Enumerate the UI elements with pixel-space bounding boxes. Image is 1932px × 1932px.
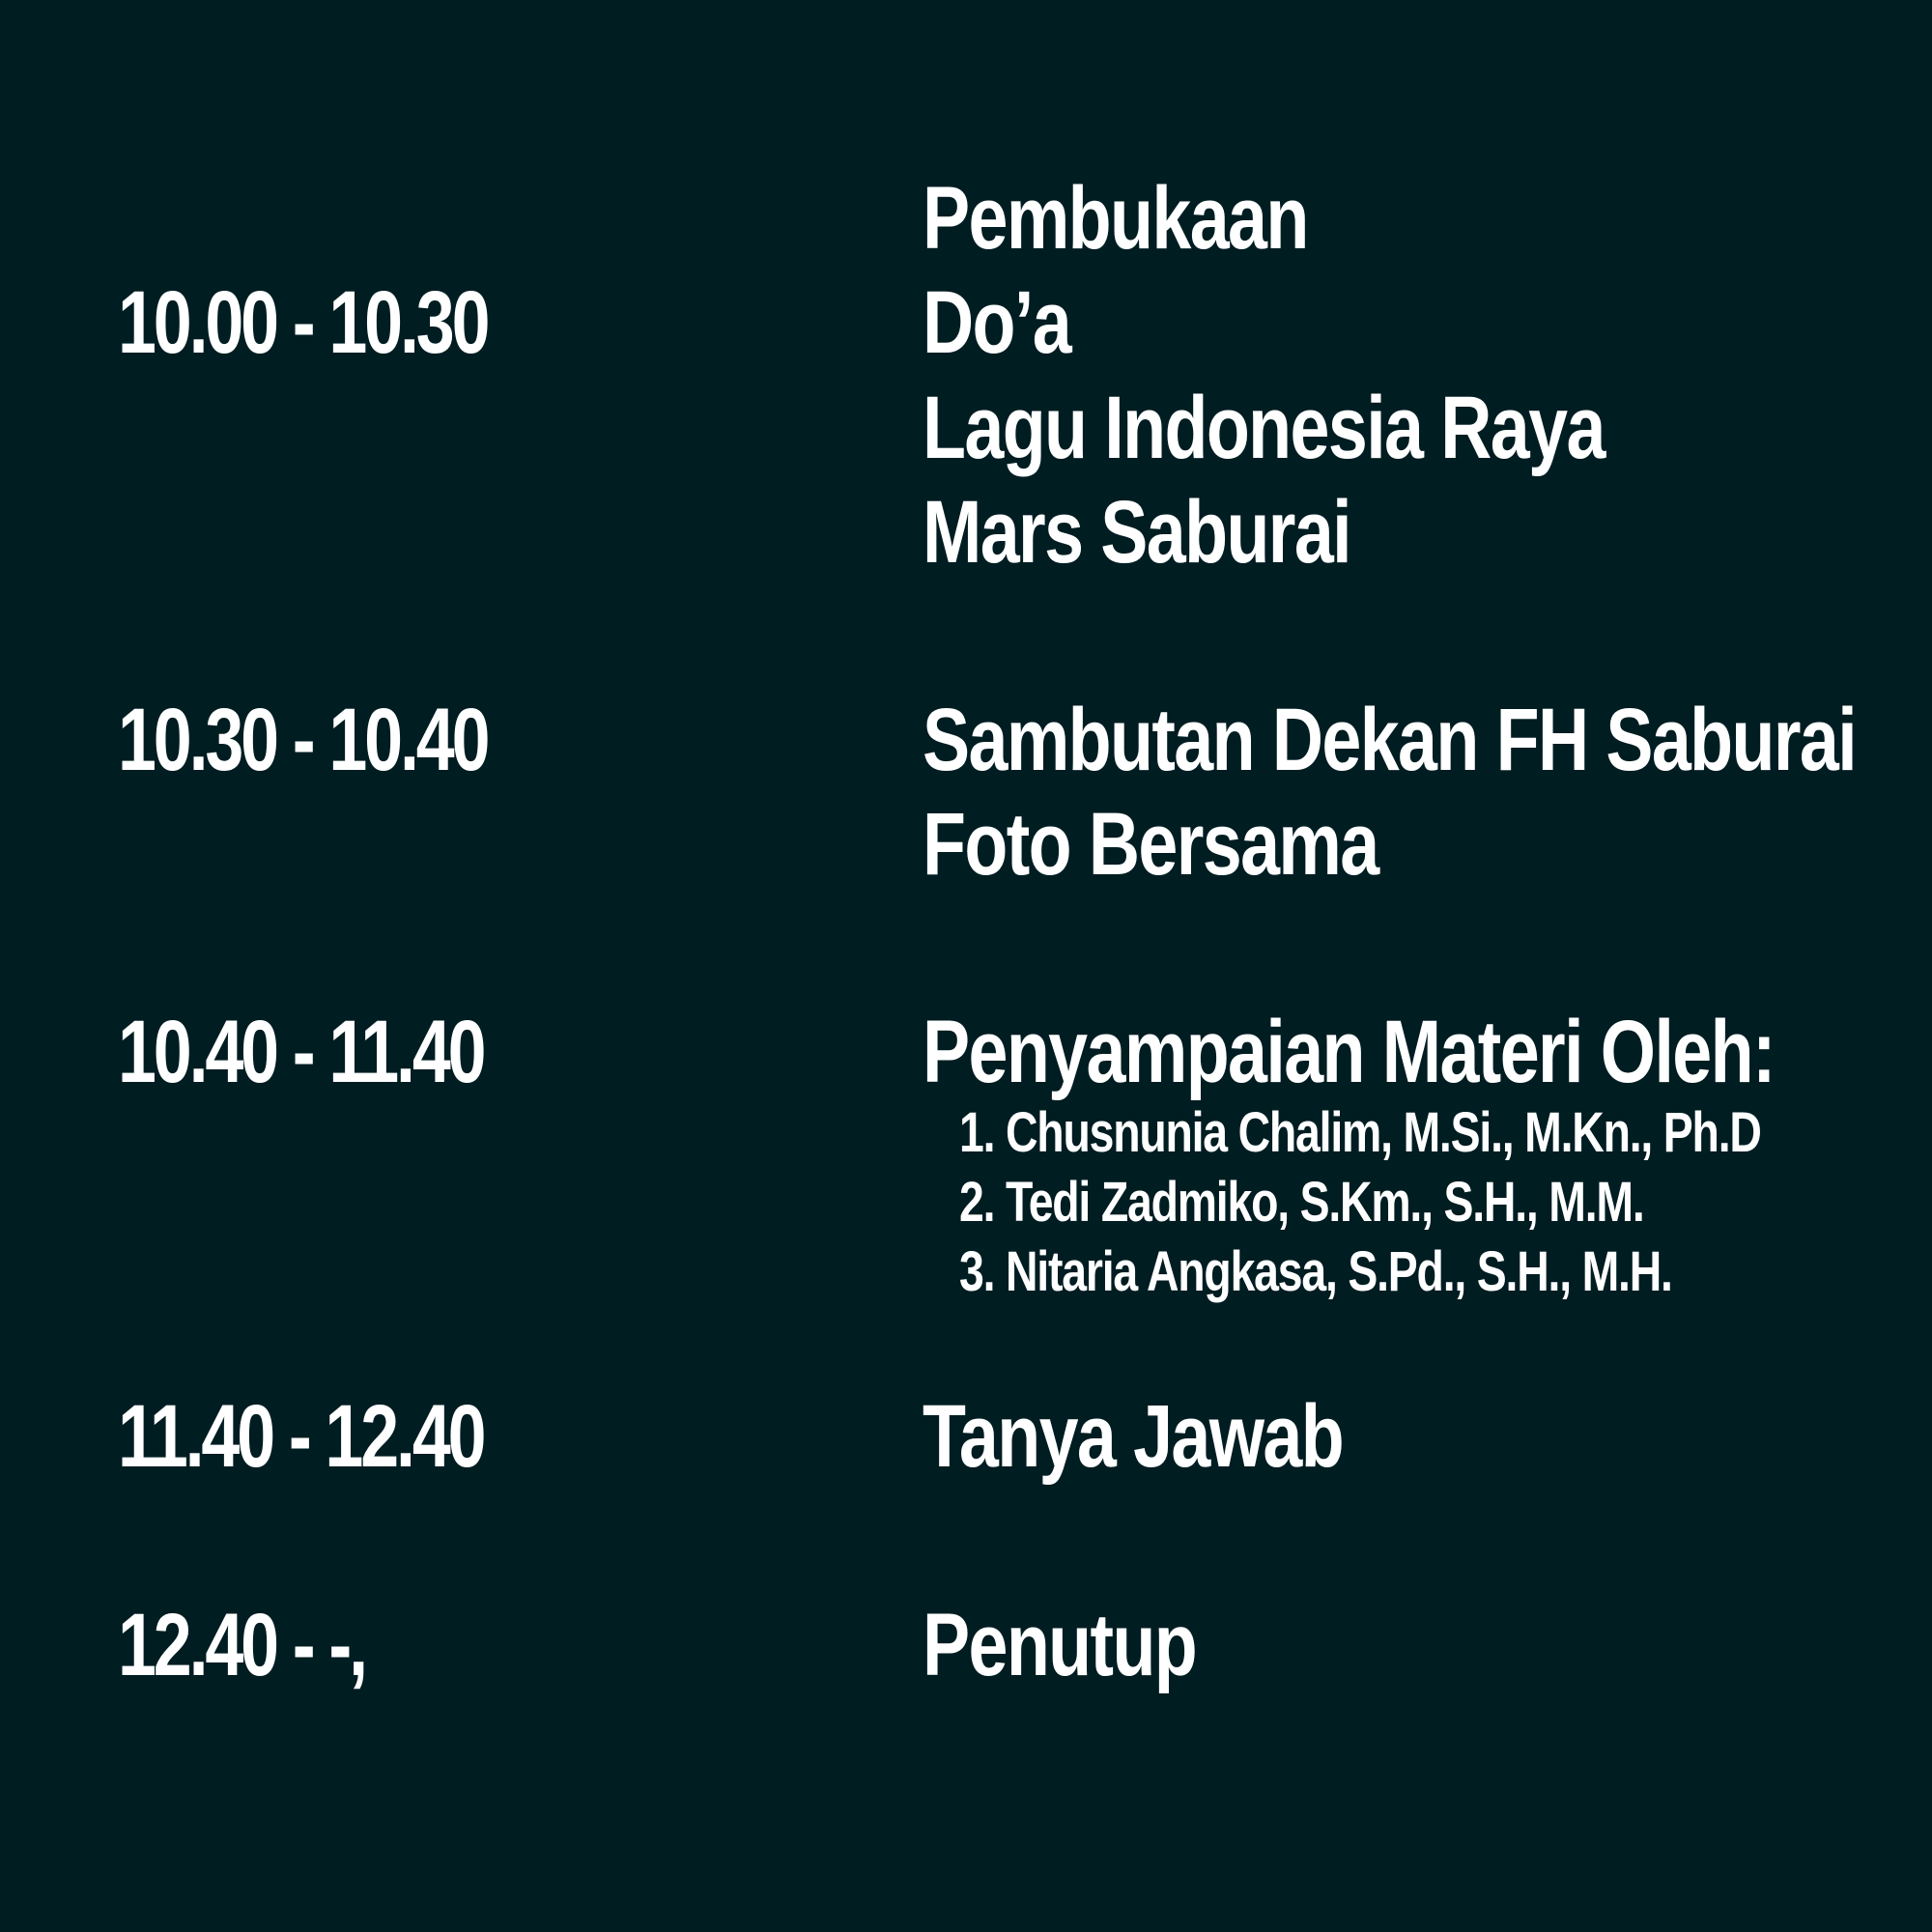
time-slot-4: 11.40 - 12.40 [118,1387,487,1486]
agenda-item-penyampaian-materi: Penyampaian Materi Oleh: [923,1003,1776,1101]
agenda-item-penutup: Penutup [923,1596,1198,1694]
agenda-item-lagu-indonesia-raya: Lagu Indonesia Raya [923,379,1605,477]
time-slot-3: 10.40 - 11.40 [118,1003,487,1101]
speaker-3: 3. Nitaria Angkasa, S.Pd., S.H., M.H. [959,1240,1673,1303]
agenda-item-pembukaan: Pembukaan [923,169,1309,268]
agenda-item-tanya-jawab: Tanya Jawab [923,1387,1345,1486]
schedule-page: 10.00 - 10.30 Pembukaan Do’a Lagu Indone… [0,0,1932,1932]
time-slot-2: 10.30 - 10.40 [118,691,490,789]
speaker-2: 2. Tedi Zadmiko, S.Km., S.H., M.M. [959,1171,1645,1234]
time-slot-5: 12.40 - -, [118,1596,368,1694]
agenda-item-doa: Do’a [923,273,1072,372]
agenda-item-mars-saburai: Mars Saburai [923,483,1352,582]
speaker-1: 1. Chusnunia Chalim, M.Si., M.Kn., Ph.D [959,1101,1762,1164]
agenda-item-foto-bersama: Foto Bersama [923,795,1379,894]
agenda-item-sambutan: Sambutan Dekan FH Saburai [923,691,1858,789]
time-slot-1: 10.00 - 10.30 [118,273,490,372]
